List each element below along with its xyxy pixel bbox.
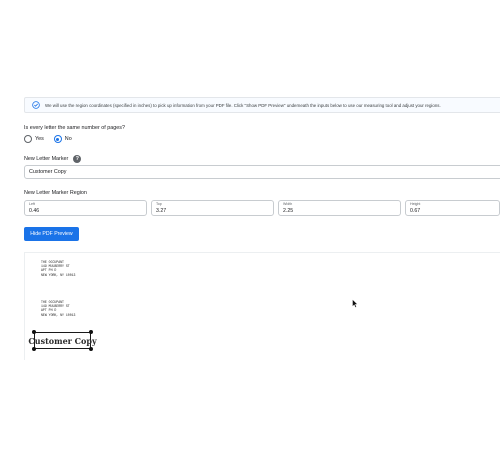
address-block-1: THE OCCUPANT 149 MULBERRY ST APT PH D NE…	[41, 260, 75, 277]
width-field[interactable]: Width 2.25	[278, 200, 401, 216]
marker-input[interactable]: Customer Copy	[24, 165, 500, 179]
question-circle-icon[interactable]: ?	[73, 155, 82, 163]
radio-yes-label[interactable]: Yes	[35, 136, 44, 142]
resize-handle-bottom-left[interactable]	[32, 347, 36, 351]
address-line: NEW YORK, NY 10013	[41, 312, 76, 317]
top-field-value[interactable]: 3.27	[156, 208, 166, 214]
resize-handle-top-left[interactable]	[32, 330, 36, 334]
info-banner: We will use the region coordinates (spec…	[24, 97, 500, 113]
top-field-label: Top	[156, 202, 162, 206]
radio-yes[interactable]	[24, 135, 32, 143]
resize-handle-top-right[interactable]	[89, 330, 93, 334]
height-field-value[interactable]: 0.67	[410, 208, 420, 214]
check-circle-icon	[32, 101, 40, 109]
marker-region-box[interactable]: Customer Copy	[28, 332, 97, 349]
region-label: New Letter Marker Region	[24, 190, 87, 196]
top-field[interactable]: Top 3.27	[151, 200, 274, 216]
address-block-2: THE OCCUPANT 149 MULBERRY ST APT PH D NE…	[41, 300, 75, 317]
hide-pdf-preview-button[interactable]: Hide PDF Preview	[24, 227, 79, 241]
radio-no[interactable]	[53, 135, 62, 143]
address-line: NEW YORK, NY 10013	[41, 272, 76, 277]
resize-handle-bottom-right[interactable]	[89, 347, 93, 351]
left-field-value[interactable]: 0.46	[29, 208, 39, 214]
width-field-value[interactable]: 2.25	[283, 208, 293, 214]
marker-region-text: Customer Copy	[28, 335, 97, 346]
left-field-label: Left	[29, 202, 35, 206]
left-field[interactable]: Left 0.46	[24, 200, 147, 216]
marker-label: New Letter Marker	[24, 156, 69, 162]
mouse-cursor-icon	[352, 299, 358, 308]
radio-no-label[interactable]: No	[65, 136, 72, 142]
marker-label-row: New Letter Marker ?	[24, 155, 82, 163]
width-field-label: Width	[283, 202, 293, 206]
height-field[interactable]: Height 0.67	[405, 200, 500, 216]
pages-radio-group: Yes No	[24, 135, 82, 143]
height-field-label: Height	[410, 202, 421, 206]
info-text: We will use the region coordinates (spec…	[45, 102, 441, 108]
top-blank-area	[0, 0, 500, 88]
pages-question-label: Is every letter the same number of pages…	[24, 125, 125, 131]
